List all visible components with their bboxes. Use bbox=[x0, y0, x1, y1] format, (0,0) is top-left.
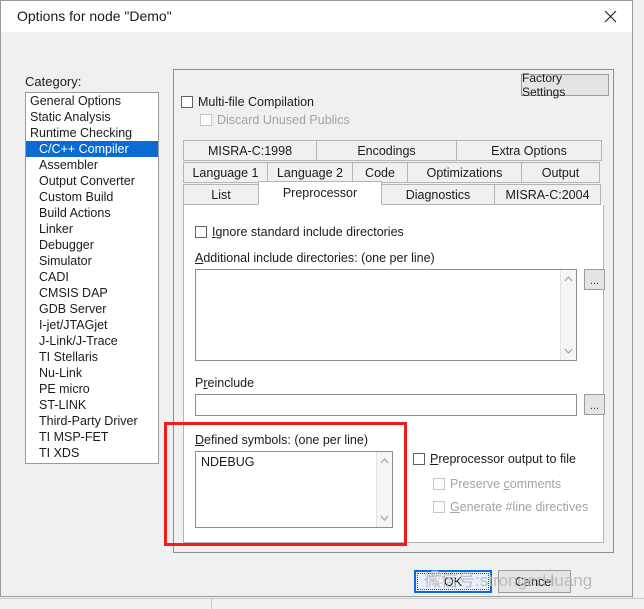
additional-includes-scrollbar[interactable] bbox=[560, 270, 576, 360]
tab-language-2[interactable]: Language 2 bbox=[267, 162, 353, 183]
desktop-edge-divider bbox=[211, 598, 212, 609]
category-item[interactable]: Output Converter bbox=[26, 173, 158, 189]
factory-settings-button[interactable]: Factory Settings bbox=[521, 71, 609, 99]
tab-code[interactable]: Code bbox=[352, 162, 408, 183]
category-item[interactable]: J-Link/J-Trace bbox=[26, 333, 158, 349]
category-item[interactable]: Linker bbox=[26, 221, 158, 237]
additional-includes-label: Additional include directories: (one per… bbox=[195, 251, 435, 265]
tab-diagnostics[interactable]: Diagnostics bbox=[381, 184, 495, 205]
tab-extra-options[interactable]: Extra Options bbox=[456, 140, 602, 161]
additional-includes-browse-button[interactable]: ... bbox=[584, 269, 605, 290]
tab-encodings[interactable]: Encodings bbox=[316, 140, 457, 161]
close-icon[interactable] bbox=[588, 1, 632, 31]
category-item[interactable]: TI MSP-FET bbox=[26, 429, 158, 445]
preinclude-input[interactable] bbox=[195, 394, 577, 416]
category-item[interactable]: Assembler bbox=[26, 157, 158, 173]
defined-symbols-value: NDEBUG bbox=[201, 455, 255, 469]
category-item[interactable]: Simulator bbox=[26, 253, 158, 269]
category-item[interactable]: Build Actions bbox=[26, 205, 158, 221]
preinclude-label: Preinclude bbox=[195, 376, 255, 390]
dialog-title: Options for node "Demo" bbox=[17, 8, 172, 24]
preprocessor-output-to-file-checkbox[interactable]: Preprocessor output to file bbox=[413, 452, 576, 466]
category-item[interactable]: Runtime Checking bbox=[26, 125, 158, 141]
tab-list[interactable]: List bbox=[183, 184, 259, 205]
options-dialog: Options for node "Demo" Category: Genera… bbox=[0, 0, 633, 597]
title-bar: Options for node "Demo" bbox=[1, 1, 632, 32]
multi-file-compilation-label: Multi-file Compilation bbox=[198, 95, 315, 109]
checkbox-box bbox=[181, 96, 193, 108]
preserve-comments-label: Preserve comments bbox=[450, 477, 562, 491]
desktop-edge-horizontal bbox=[0, 598, 644, 599]
ignore-standard-includes-checkbox[interactable]: Ignore standard include directories bbox=[195, 225, 404, 239]
defined-symbols-textarea[interactable]: NDEBUG bbox=[195, 451, 393, 528]
preprocessor-tab-panel: Ignore standard include directories Addi… bbox=[183, 205, 605, 543]
tab-language-1[interactable]: Language 1 bbox=[183, 162, 268, 183]
checkbox-box bbox=[433, 478, 445, 490]
checkbox-box bbox=[433, 501, 445, 513]
chevron-up-icon[interactable] bbox=[377, 454, 392, 468]
category-item[interactable]: ST-LINK bbox=[26, 397, 158, 413]
category-item[interactable]: Debugger bbox=[26, 237, 158, 253]
checkbox-box bbox=[413, 453, 425, 465]
category-item[interactable]: CADI bbox=[26, 269, 158, 285]
additional-includes-textarea[interactable] bbox=[195, 269, 577, 361]
category-item[interactable]: TI Stellaris bbox=[26, 349, 158, 365]
tab-misra-c-2004[interactable]: MISRA-C:2004 bbox=[494, 184, 601, 205]
preserve-comments-checkbox: Preserve comments bbox=[433, 477, 561, 491]
tab-output[interactable]: Output bbox=[521, 162, 600, 183]
checkbox-box bbox=[195, 226, 207, 238]
preinclude-browse-button[interactable]: ... bbox=[584, 394, 605, 415]
multi-file-compilation-checkbox[interactable]: Multi-file Compilation bbox=[181, 95, 314, 109]
discard-unused-publics-label: Discard Unused Publics bbox=[217, 113, 350, 127]
category-item[interactable]: TI XDS bbox=[26, 445, 158, 461]
category-item[interactable]: PE micro bbox=[26, 381, 158, 397]
category-item[interactable]: GDB Server bbox=[26, 301, 158, 317]
defined-symbols-label: Defined symbols: (one per line) bbox=[195, 433, 369, 447]
discard-unused-publics-checkbox: Discard Unused Publics bbox=[200, 113, 350, 127]
checkbox-box bbox=[200, 114, 212, 126]
ok-button[interactable]: OK bbox=[414, 570, 492, 593]
tab-misra-c-1998[interactable]: MISRA-C:1998 bbox=[183, 140, 317, 161]
category-item[interactable]: Custom Build bbox=[26, 189, 158, 205]
generate-line-directives-label: Generate #line directives bbox=[450, 500, 589, 514]
category-item[interactable]: Static Analysis bbox=[26, 109, 158, 125]
category-item[interactable]: General Options bbox=[26, 93, 158, 109]
generate-line-directives-checkbox: Generate #line directives bbox=[433, 500, 588, 514]
chevron-up-icon[interactable] bbox=[561, 272, 576, 286]
category-item[interactable]: Nu-Link bbox=[26, 365, 158, 381]
defined-symbols-scrollbar[interactable] bbox=[376, 452, 392, 527]
category-list[interactable]: General Options Static Analysis Runtime Ch… bbox=[25, 92, 159, 464]
screenshot-root: Options for node "Demo" Category: Genera… bbox=[0, 0, 644, 609]
tab-preprocessor[interactable]: Preprocessor bbox=[258, 181, 382, 205]
cancel-button-label: Cancel bbox=[515, 574, 554, 589]
category-item[interactable]: Third-Party Driver bbox=[26, 413, 158, 429]
category-item[interactable]: C/C++ Compiler bbox=[26, 141, 158, 157]
category-label: Category: bbox=[25, 74, 82, 89]
cancel-button[interactable]: Cancel bbox=[498, 570, 571, 593]
chevron-down-icon[interactable] bbox=[561, 344, 576, 358]
tab-optimizations[interactable]: Optimizations bbox=[407, 162, 522, 183]
additional-includes-value bbox=[196, 270, 576, 276]
ignore-standard-includes-label: Ignore standard include directories bbox=[212, 225, 404, 239]
focus-ring bbox=[417, 573, 489, 590]
category-item[interactable]: CMSIS DAP bbox=[26, 285, 158, 301]
chevron-down-icon[interactable] bbox=[377, 511, 392, 525]
preprocessor-output-to-file-label: Preprocessor output to file bbox=[430, 452, 576, 466]
category-item[interactable]: I-jet/JTAGjet bbox=[26, 317, 158, 333]
